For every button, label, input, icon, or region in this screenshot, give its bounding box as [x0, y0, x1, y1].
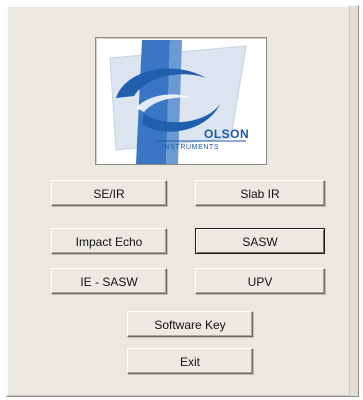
- upv-button[interactable]: UPV: [195, 268, 325, 294]
- software-key-button[interactable]: Software Key: [127, 311, 253, 337]
- logo-subtitle-text: INSTRUMENTS: [162, 144, 220, 151]
- ie-sasw-button[interactable]: IE - SASW: [51, 268, 167, 294]
- sasw-button[interactable]: SASW: [195, 228, 325, 254]
- main-menu-window: OLSON INSTRUMENTS SE/IR Slab IR Impact E…: [6, 5, 359, 397]
- exit-button[interactable]: Exit: [127, 348, 253, 374]
- impact-echo-button[interactable]: Impact Echo: [51, 228, 167, 254]
- se-ir-button[interactable]: SE/IR: [51, 180, 167, 206]
- logo-brand-text: OLSON: [204, 127, 250, 141]
- slab-ir-button[interactable]: Slab IR: [195, 180, 325, 206]
- olson-instruments-logo: OLSON INSTRUMENTS: [95, 37, 267, 165]
- window-right-edge: [349, 6, 358, 396]
